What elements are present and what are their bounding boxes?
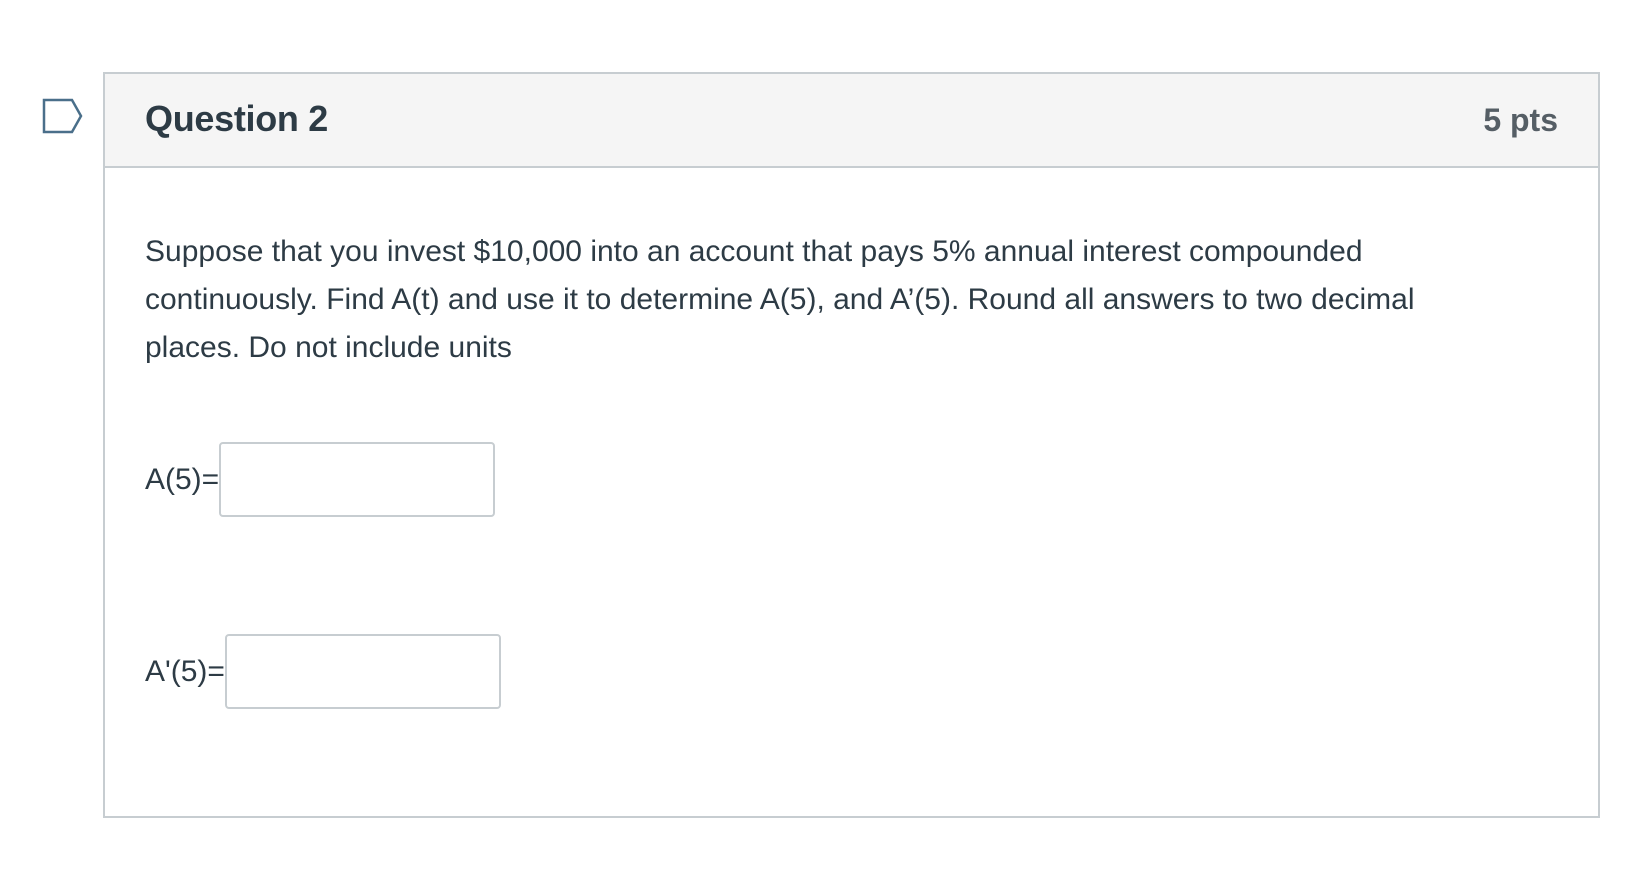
answer-label-a5: A(5)= — [145, 462, 220, 496]
question-text-line: places. Do not include units — [145, 331, 512, 364]
flag-question-icon[interactable] — [42, 98, 84, 134]
question-text-line: Suppose that you invest $10,000 into an … — [145, 235, 1363, 268]
question-text-line: continuously. Find A(t) and use it to de… — [145, 283, 1415, 316]
answer-input-a-prime-5[interactable] — [224, 634, 501, 709]
question-title: Question 2 — [145, 98, 329, 139]
question-text: Suppose that you invest $10,000 into an … — [145, 228, 1565, 372]
question-card: Question 2 5 pts Suppose that you invest… — [103, 72, 1600, 818]
answer-label-a-prime-5: A'(5)= — [145, 654, 225, 688]
question-points: 5 pts — [1483, 102, 1558, 138]
question-header: Question 2 5 pts — [105, 74, 1598, 168]
answer-input-a5[interactable] — [219, 442, 496, 517]
answer-row-a5: A(5)= — [145, 442, 496, 517]
answer-row-a-prime-5: A'(5)= — [145, 634, 501, 709]
bookmark-flag-icon — [42, 98, 83, 134]
